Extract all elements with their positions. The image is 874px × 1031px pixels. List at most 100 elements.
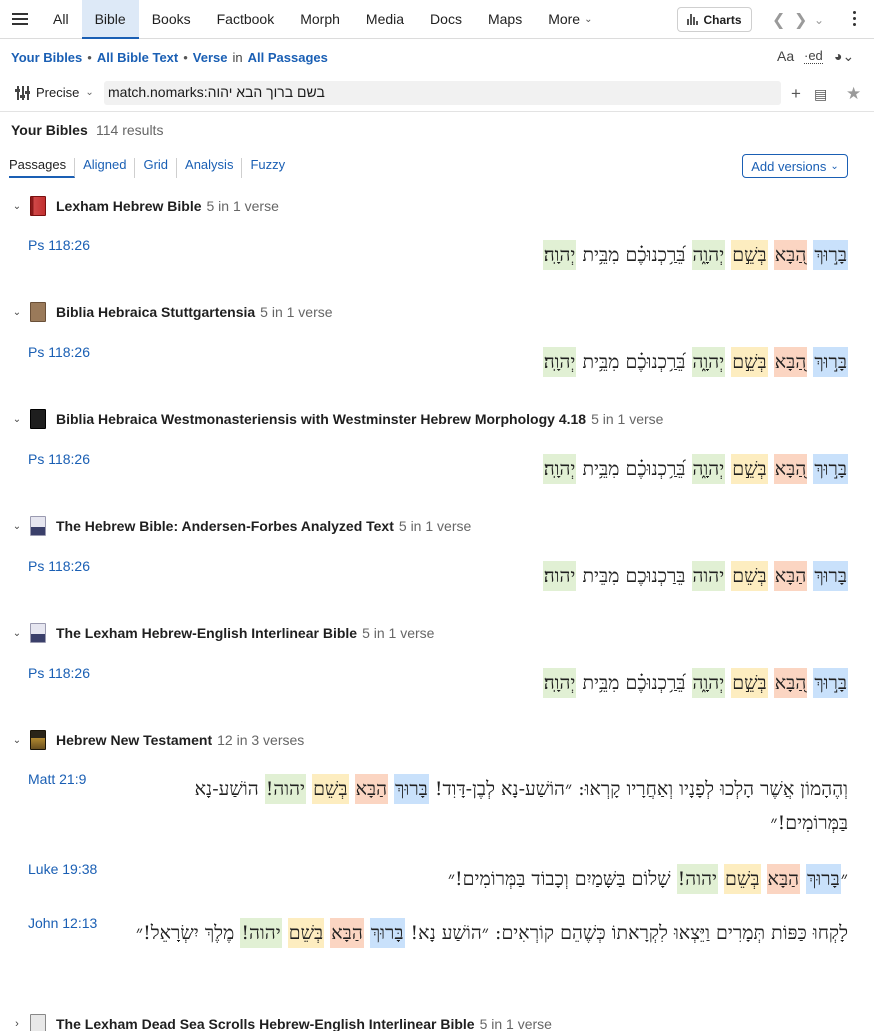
verse-reference-link[interactable]: Ps 118:26 xyxy=(28,558,90,574)
edit-visual-button[interactable]: ·ed xyxy=(804,48,823,64)
match-word[interactable]: יְהוָֽה׃ xyxy=(542,668,577,698)
back-arrow-icon[interactable]: ❮ xyxy=(772,10,785,30)
scope-unit-link[interactable]: Verse xyxy=(193,50,228,65)
view-tab-analysis[interactable]: Analysis xyxy=(177,158,243,178)
resource-title[interactable]: Hebrew New Testament xyxy=(56,732,212,748)
match-mode-dropdown[interactable]: Precise ⌄ xyxy=(15,85,94,100)
resource-title[interactable]: Biblia Hebraica Westmonasteriensis with … xyxy=(56,411,586,427)
tab-morph[interactable]: Morph xyxy=(287,0,353,38)
match-word[interactable]: בָּרוּךְ xyxy=(813,561,848,591)
collapse-chevron-icon[interactable]: ⌄ xyxy=(10,735,24,746)
resource-title[interactable]: The Hebrew Bible: Andersen-Forbes Analyz… xyxy=(56,518,394,534)
verse-reference-link[interactable]: Ps 118:26 xyxy=(28,344,90,360)
scope-range-link[interactable]: All Passages xyxy=(248,50,328,65)
match-word[interactable]: הַ֭בָּא xyxy=(773,454,808,484)
match-word[interactable]: הַ֭בָּא xyxy=(773,347,808,377)
match-word[interactable]: בְּשֵׁ֣ם xyxy=(731,454,768,484)
match-word[interactable]: יהוה! xyxy=(264,774,307,804)
verse-reference-link[interactable]: Ps 118:26 xyxy=(28,451,90,467)
resource-title[interactable]: The Lexham Hebrew-English Interlinear Bi… xyxy=(56,625,357,641)
charts-button[interactable]: Charts xyxy=(677,7,752,32)
add-versions-button[interactable]: Add versions ⌄ xyxy=(742,154,848,178)
view-tab-passages[interactable]: Passages xyxy=(9,158,76,178)
match-word[interactable]: הַבָּא xyxy=(330,918,364,948)
match-word[interactable]: בְּשֵׁ֣ם xyxy=(731,668,768,698)
resource-title[interactable]: Biblia Hebraica Stuttgartensia xyxy=(56,304,255,320)
verse-reference-link[interactable]: Matt 21:9 xyxy=(28,771,86,787)
match-word[interactable]: הַבָּא xyxy=(773,561,808,591)
match-word[interactable]: יְהוָ֑ה xyxy=(691,454,726,484)
book-cover-icon xyxy=(30,302,46,322)
add-search-icon[interactable]: + xyxy=(791,84,801,104)
verse-reference-link[interactable]: Ps 118:26 xyxy=(28,665,90,681)
match-word[interactable]: יְהוָֽה׃ xyxy=(542,454,577,484)
resource-title[interactable]: Lexham Hebrew Bible xyxy=(56,198,202,214)
menu-button[interactable] xyxy=(0,0,40,38)
verse-reference-link[interactable]: Ps 118:26 xyxy=(28,237,90,253)
match-word[interactable]: יְהוָ֑ה xyxy=(691,240,726,270)
match-word[interactable]: בָּר֣וּךְ xyxy=(813,668,848,698)
collapse-chevron-icon[interactable]: ⌄ xyxy=(10,414,24,425)
chevron-down-icon: ⌄ xyxy=(85,87,94,98)
scope-bibles-link[interactable]: Your Bibles xyxy=(11,50,82,65)
forward-arrow-icon[interactable]: ❯ xyxy=(794,10,807,30)
view-tab-fuzzy[interactable]: Fuzzy xyxy=(242,158,293,178)
result-group-header: ⌄ Biblia Hebraica Stuttgartensia 5 in 1 … xyxy=(10,302,333,322)
verse-word: בֵּרַכְנוּכֶם מִבֵּית xyxy=(582,565,686,587)
match-word[interactable]: בָּר֣וּךְ xyxy=(813,454,848,484)
match-word[interactable]: בָּר֣וּךְ xyxy=(813,240,848,270)
match-word[interactable]: יְהוָ֑ה xyxy=(691,668,726,698)
match-word[interactable]: בָּרוּךְ xyxy=(394,774,429,804)
visual-filter-icon[interactable]: ◕⌄ xyxy=(834,48,854,65)
collapse-chevron-icon[interactable]: ⌄ xyxy=(10,307,24,318)
tab-more[interactable]: More ⌄ xyxy=(535,0,605,38)
match-word[interactable]: יְהוָֽה׃ xyxy=(542,240,577,270)
match-word[interactable]: הַ֭בָּא xyxy=(773,240,808,270)
search-input[interactable]: match.nomarks:בשם ברוך הבא יהוה xyxy=(104,81,781,105)
hamburger-icon xyxy=(12,13,28,25)
tab-more-label: More xyxy=(548,11,581,27)
match-word[interactable]: בְּשֵׁם xyxy=(287,918,325,948)
history-chevron-icon[interactable]: ⌄ xyxy=(814,13,824,27)
match-word[interactable]: בְּשֵׁ֣ם xyxy=(731,240,768,270)
font-size-button[interactable]: Aa xyxy=(777,48,794,64)
match-word[interactable]: הַבָּא xyxy=(766,864,801,894)
match-word[interactable]: הַבָּא xyxy=(354,774,389,804)
verse-reference-link[interactable]: Luke 19:38 xyxy=(28,861,97,877)
tab-bible[interactable]: Bible xyxy=(81,0,139,39)
match-word[interactable]: בָּרוּךְ xyxy=(806,864,841,894)
match-word[interactable]: יהוה׃ xyxy=(542,561,577,591)
match-word[interactable]: בְּשֵׁ֣ם xyxy=(731,347,768,377)
verse-reference-link[interactable]: John 12:13 xyxy=(28,915,97,931)
star-icon[interactable]: ★ xyxy=(846,84,861,104)
match-word[interactable]: יְהוָֽה׃ xyxy=(542,347,577,377)
match-word[interactable]: יהוה xyxy=(691,561,726,591)
tab-books[interactable]: Books xyxy=(139,0,204,38)
result-group-header: › The Lexham Dead Sea Scrolls Hebrew-Eng… xyxy=(10,1014,552,1031)
match-word[interactable]: בָּרוּךְ xyxy=(369,918,405,948)
match-word[interactable]: יהוה! xyxy=(676,864,718,894)
collapse-chevron-icon[interactable]: ⌄ xyxy=(10,521,24,532)
expand-chevron-icon[interactable]: › xyxy=(10,1018,24,1030)
match-word[interactable]: בְּשֵׁם xyxy=(731,561,768,591)
view-tab-grid[interactable]: Grid xyxy=(135,158,178,178)
view-tab-aligned[interactable]: Aligned xyxy=(75,158,136,178)
collapse-chevron-icon[interactable]: ⌄ xyxy=(10,628,24,639)
match-word[interactable]: יְהוָ֑ה xyxy=(691,347,726,377)
keyboard-icon[interactable]: ▤ xyxy=(814,86,827,103)
match-word[interactable]: בָּר֣וּךְ xyxy=(813,347,848,377)
scope-text-link[interactable]: All Bible Text xyxy=(97,50,178,65)
collapse-chevron-icon[interactable]: ⌄ xyxy=(10,201,24,212)
tab-all[interactable]: All xyxy=(40,0,82,38)
tab-docs[interactable]: Docs xyxy=(417,0,475,38)
tab-factbook[interactable]: Factbook xyxy=(204,0,288,38)
match-word[interactable]: בְּשֵׁם xyxy=(312,774,349,804)
book-cover-icon xyxy=(30,196,46,216)
tab-media[interactable]: Media xyxy=(353,0,417,38)
tab-maps[interactable]: Maps xyxy=(475,0,535,38)
match-word[interactable]: הַ֭בָּא xyxy=(773,668,808,698)
more-options-icon[interactable] xyxy=(853,11,856,29)
match-word[interactable]: בְּשֵׁם xyxy=(724,864,761,894)
match-word[interactable]: יהוה! xyxy=(240,918,282,948)
resource-title[interactable]: The Lexham Dead Sea Scrolls Hebrew-Engli… xyxy=(56,1016,475,1031)
